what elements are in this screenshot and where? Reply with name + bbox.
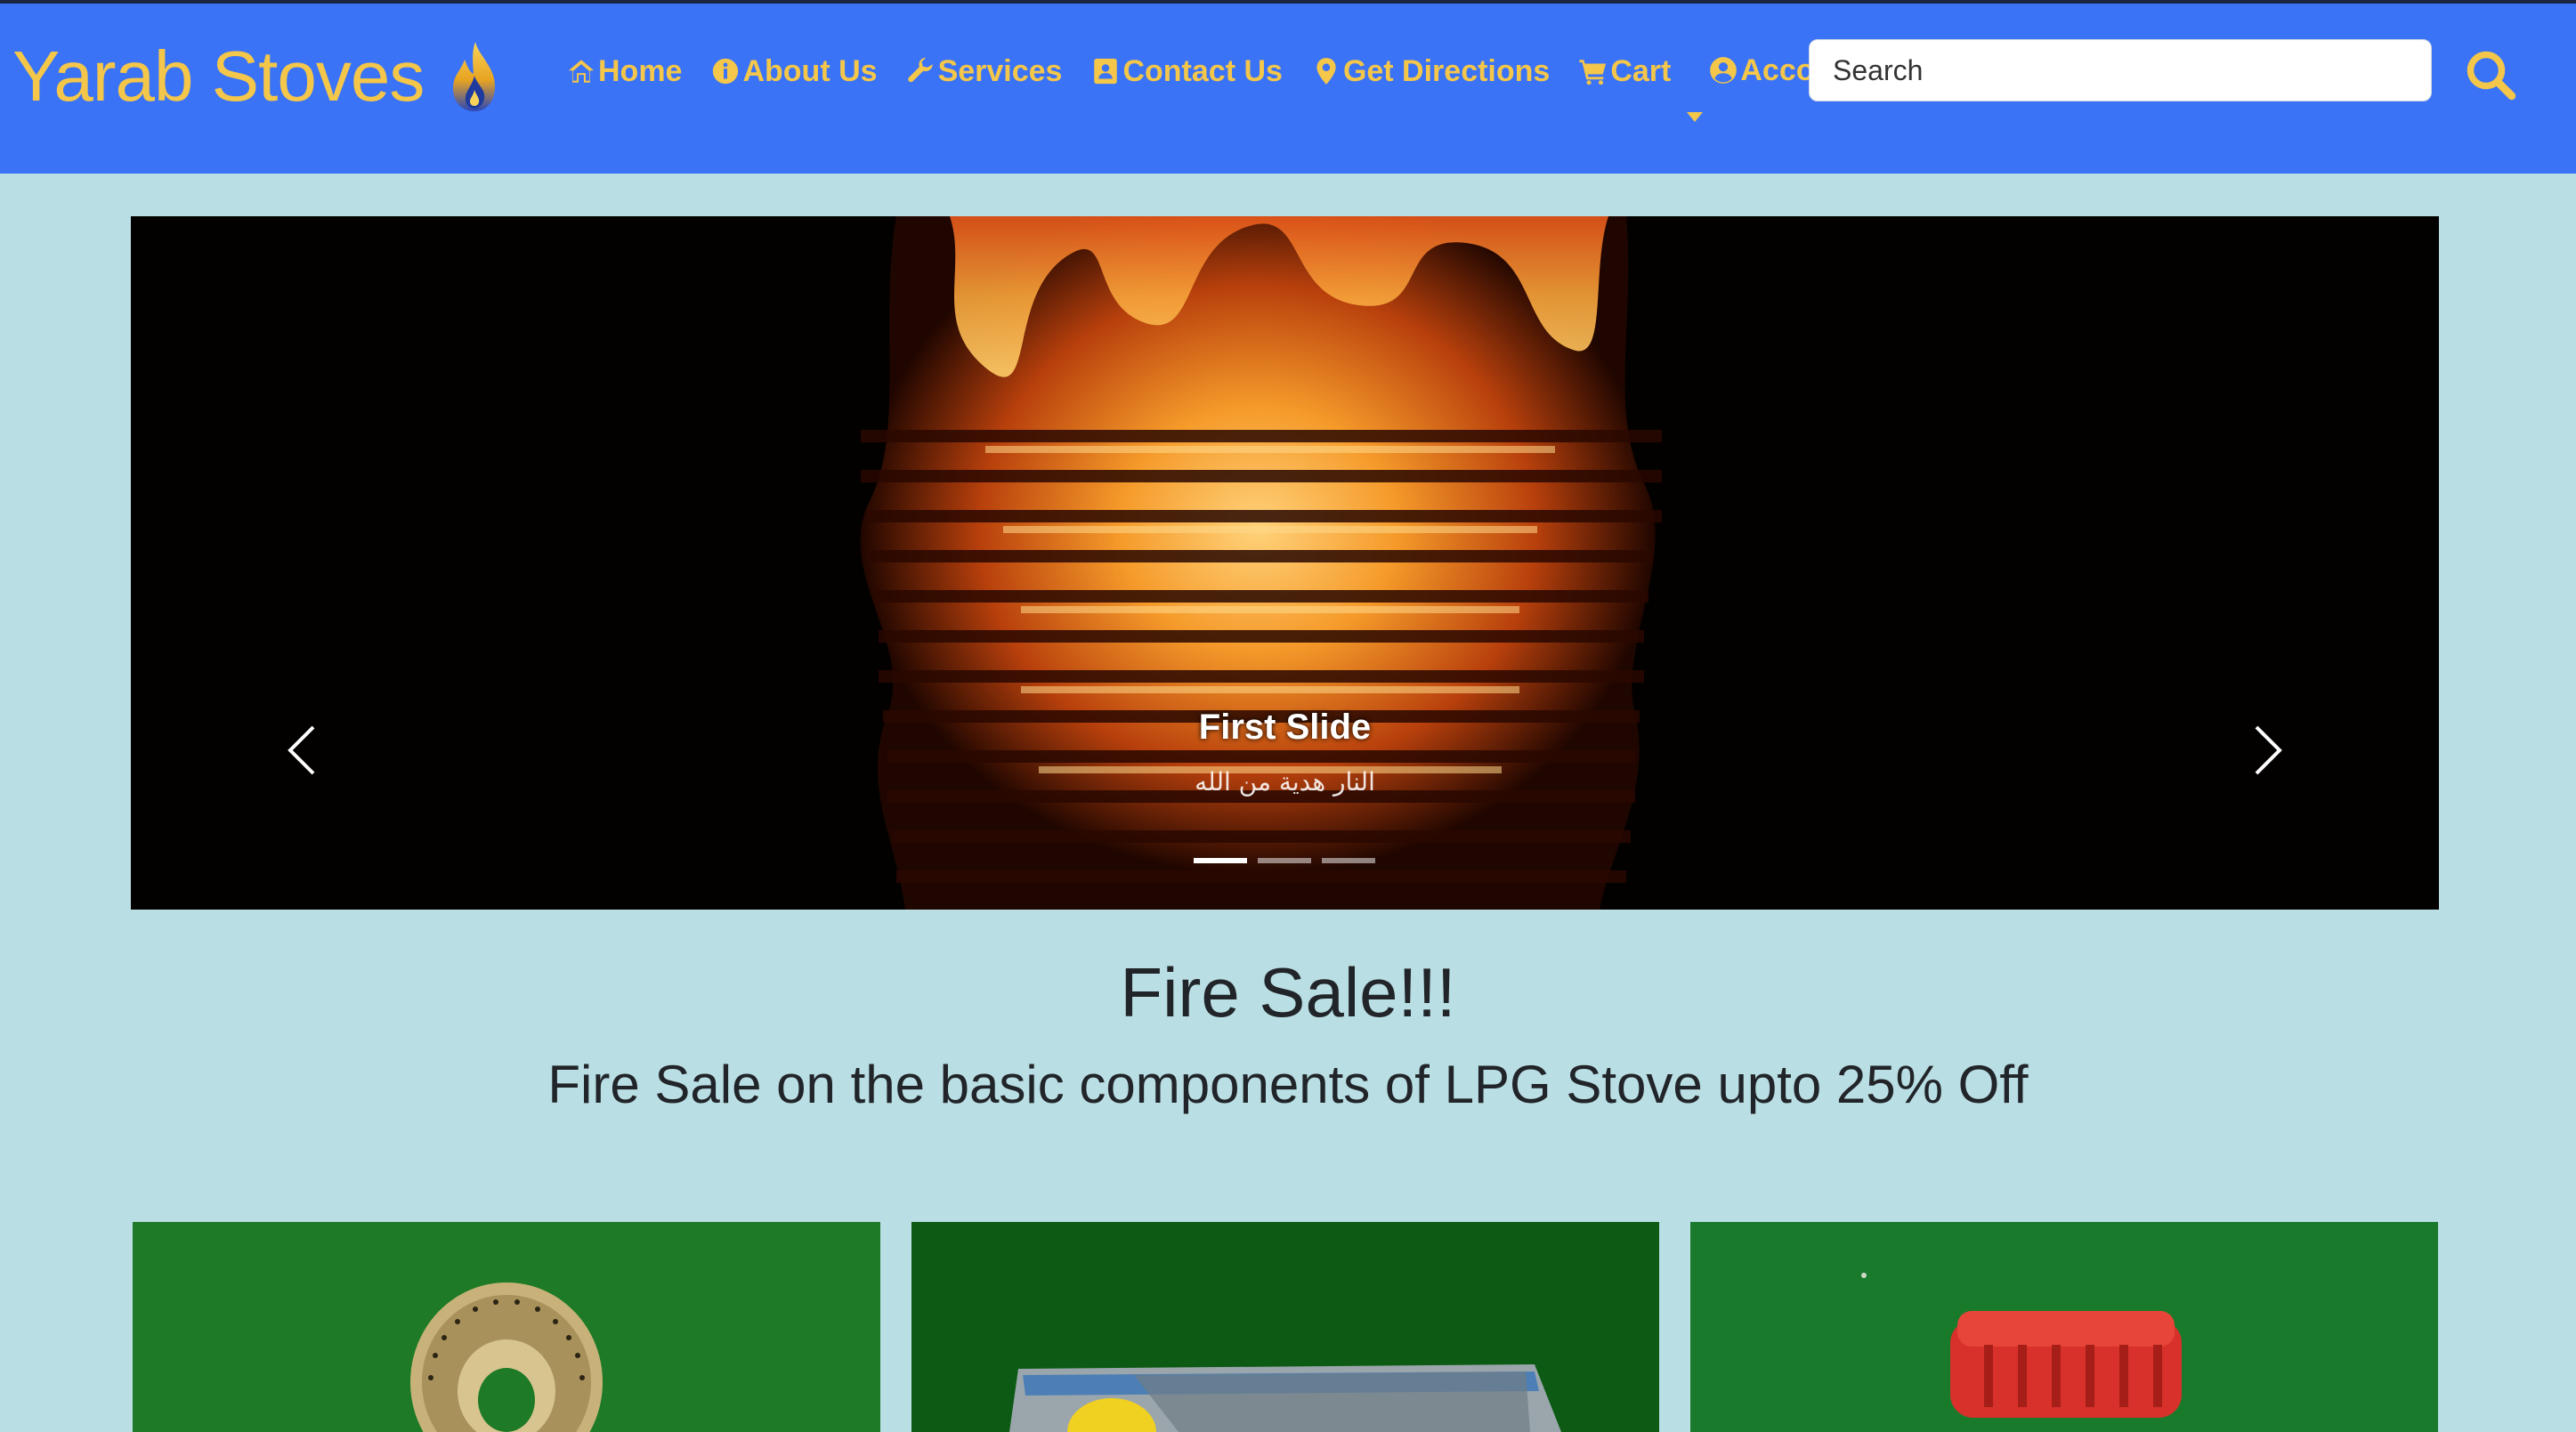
product-card[interactable] <box>1690 1222 2438 1432</box>
info-icon <box>713 58 739 85</box>
nav-home[interactable]: Home <box>566 54 682 89</box>
hero-carousel <box>131 216 2439 910</box>
nav-about-label: About Us <box>742 53 878 88</box>
burner-image <box>133 1222 880 1432</box>
carousel-caption-title: First Slide <box>1198 708 1372 747</box>
nav-directions-label: Get Directions <box>1342 53 1551 88</box>
search-input[interactable] <box>1809 39 2432 101</box>
nav-contact[interactable]: Contact Us <box>1090 53 1283 89</box>
wrench-icon <box>907 57 933 83</box>
nav-cart[interactable]: Cart <box>1578 54 1671 89</box>
carousel-indicator[interactable] <box>1194 858 1247 863</box>
user-circle-icon <box>1710 57 1738 84</box>
product-card[interactable] <box>133 1222 880 1432</box>
navbar: Yarab Stoves Home About Us Services Cont… <box>0 4 2576 174</box>
nav-services-label: Services <box>937 53 1063 88</box>
fire-image <box>131 216 2439 910</box>
carousel-caption: First Slide النار هدية من الله <box>131 708 2439 797</box>
nav-about[interactable]: About Us <box>710 53 878 89</box>
carousel-caption-subtitle: النار هدية من الله <box>1195 767 1375 797</box>
nav-directions[interactable]: Get Directions <box>1311 54 1550 89</box>
search-icon[interactable] <box>2464 48 2517 101</box>
account-dropdown-caret[interactable] <box>1687 112 1703 122</box>
map-pin-icon <box>1316 58 1336 85</box>
sale-subtitle: Fire Sale on the basic components of LPG… <box>547 1055 2029 1114</box>
product-box-image <box>911 1222 1659 1432</box>
brand-name: Yarab Stoves <box>12 36 425 116</box>
nav-cart-label: Cart <box>1610 53 1672 88</box>
product-card[interactable] <box>911 1222 1659 1432</box>
carousel-indicator[interactable] <box>1258 858 1311 863</box>
nav-contact-label: Contact Us <box>1122 53 1283 88</box>
nav-services[interactable]: Services <box>906 53 1063 89</box>
nav-home-label: Home <box>598 53 683 88</box>
knob-image <box>1690 1222 2438 1432</box>
carousel-indicator[interactable] <box>1322 858 1375 863</box>
sale-title: Fire Sale!!! <box>1120 953 1456 1032</box>
cart-icon <box>1579 60 1607 85</box>
brand[interactable]: Yarab Stoves <box>12 32 500 121</box>
main-nav: Home About Us Services Contact Us Get Di… <box>566 48 1890 94</box>
contact-card-icon <box>1094 58 1118 85</box>
carousel-indicators <box>1194 858 1386 863</box>
home-icon <box>568 60 595 83</box>
flame-icon <box>453 42 496 111</box>
